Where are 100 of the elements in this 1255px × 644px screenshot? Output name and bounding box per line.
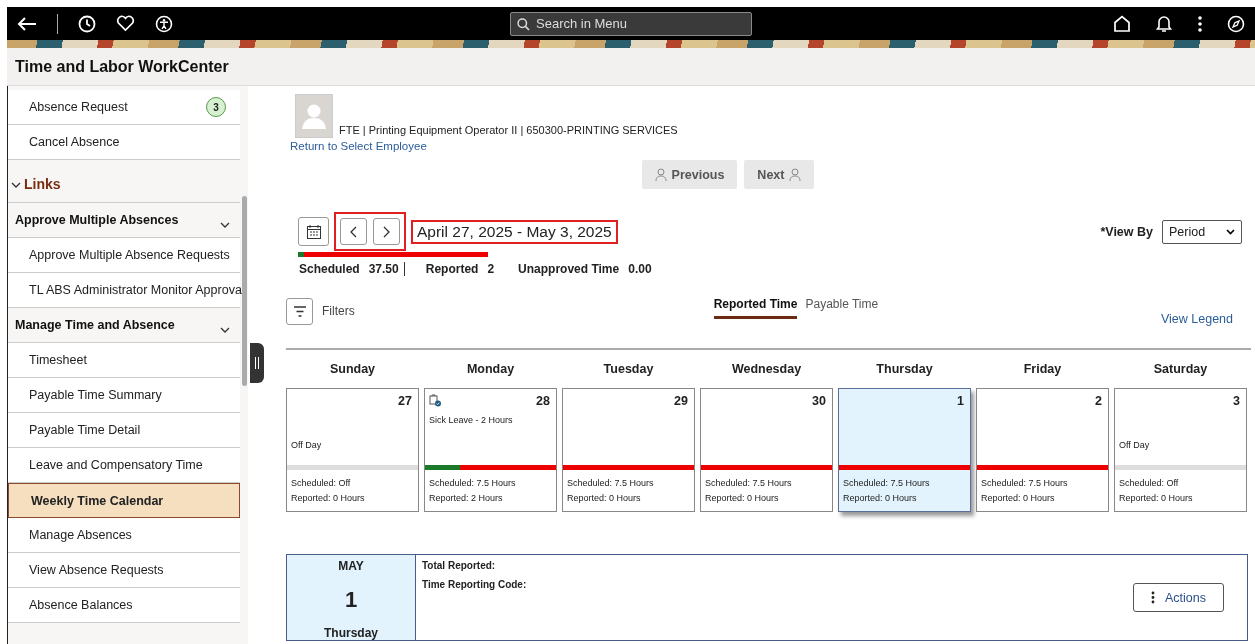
date-number: 27 <box>398 394 412 410</box>
filter-icon <box>292 305 307 317</box>
person-icon <box>654 167 667 182</box>
sidebar-item-label: Cancel Absence <box>29 135 120 149</box>
sidebar-item-label: Timesheet <box>29 353 87 367</box>
group-label: Approve Multiple Absences <box>15 213 179 227</box>
scheduled-hours: Scheduled: 7.5 Hours <box>843 478 931 488</box>
chevron-icon <box>220 221 230 229</box>
day-card[interactable]: 28 Sick Leave - 2 Hours Scheduled: 7.5 Hours Reported: 2 Hours <box>424 388 557 512</box>
chevron-left-icon <box>350 225 357 238</box>
day-note: Off Day <box>1119 440 1151 450</box>
compass-icon[interactable] <box>1227 14 1245 33</box>
date-number: 29 <box>674 394 688 410</box>
weekday-heading: Friday <box>1023 362 1062 376</box>
sidebar-item[interactable]: Absence Balances <box>8 588 240 623</box>
employee-details: FTE | Printing Equipment Operator II | 650300-PRINTING SERVICES <box>339 124 678 136</box>
filter-button[interactable] <box>286 297 313 325</box>
sidebar-item-label: Weekly Time Calendar <box>31 493 164 508</box>
sidebar-item[interactable]: TL ABS Administrator Monitor Approva <box>8 273 240 308</box>
weekday-heading: Wednesday <box>731 362 802 376</box>
sidebar-item[interactable]: Timesheet <box>8 343 240 378</box>
total-value: 37.50 <box>368 262 399 276</box>
next-period-button[interactable] <box>373 218 400 245</box>
reported-hours: Reported: 0 Hours <box>1119 493 1194 503</box>
scrollbar[interactable] <box>242 196 247 386</box>
sidebar-item-label: Leave and Compensatory Time <box>29 458 203 472</box>
weekday-heading: Thursday <box>876 362 933 376</box>
sidebar-item-label: Manage Absences <box>29 528 132 542</box>
sidebar-item-label: Absence Request <box>29 100 128 114</box>
scheduled-hours: Scheduled: Off <box>1119 478 1180 488</box>
sidebar-item[interactable]: Manage Absences <box>8 518 240 553</box>
tab[interactable]: Reported Time <box>713 297 798 319</box>
sidebar-item[interactable]: View Absence Requests <box>8 553 240 588</box>
bell-icon[interactable] <box>1155 14 1173 33</box>
section-label: Links <box>24 176 61 192</box>
date-number: 1 <box>957 394 964 410</box>
date-number: 30 <box>812 394 826 410</box>
reported-hours: Reported: 0 Hours <box>567 493 642 503</box>
field-label: Time Reporting Code: <box>422 579 528 590</box>
scheduled-hours: Scheduled: 7.5 Hours <box>429 478 517 488</box>
sidebar-item-label: Approve Multiple Absence Requests <box>29 248 230 262</box>
sidebar-item[interactable]: Cancel Absence <box>8 125 240 160</box>
filters-label: Filters <box>322 304 355 318</box>
day-note: Off Day <box>291 440 323 450</box>
home-icon[interactable] <box>1113 15 1131 32</box>
field-label: Total Reported: <box>422 560 497 571</box>
day-card[interactable]: 3 Off Day Scheduled: Off Reported: 0 Hours <box>1114 388 1247 512</box>
actions-button[interactable]: Actions <box>1133 583 1224 612</box>
view-by-label: *View By <box>1100 224 1153 239</box>
scheduled-hours: Scheduled: 7.5 Hours <box>567 478 655 488</box>
accessibility-icon[interactable] <box>155 14 173 33</box>
more-icon <box>1151 591 1155 604</box>
weekday-heading: Sunday <box>329 362 376 376</box>
sidebar-item[interactable]: Weekly Time Calendar <box>8 483 240 518</box>
calendar-button[interactable] <box>298 217 329 246</box>
person-icon <box>789 167 802 182</box>
reported-hours: Reported: 0 Hours <box>291 493 366 503</box>
day-card[interactable]: 30 Scheduled: 7.5 Hours Reported: 0 Hours <box>700 388 833 512</box>
sidebar-item[interactable]: Leave and Compensatory Time <box>8 448 240 483</box>
sidebar-item-label: TL ABS Administrator Monitor Approva <box>29 283 242 297</box>
tab[interactable]: Payable Time <box>805 297 879 319</box>
sidebar-item[interactable]: Payable Time Detail <box>8 413 240 448</box>
date-number: 28 <box>536 394 550 410</box>
scheduled-hours: Scheduled: 7.5 Hours <box>981 478 1069 488</box>
avatar-placeholder <box>295 94 333 138</box>
links-section-header[interactable]: Links <box>8 160 240 203</box>
chevron-icon <box>220 326 230 334</box>
sidebar-item[interactable]: Absence Request 3 <box>8 90 240 125</box>
calendar-icon <box>305 223 322 240</box>
previous-period-button[interactable] <box>340 218 367 245</box>
collapse-handle[interactable] <box>250 343 264 383</box>
chevron-icon <box>11 182 21 189</box>
month-label: MAY <box>338 559 364 573</box>
sidebar-item[interactable]: Payable Time Summary <box>8 378 240 413</box>
return-link[interactable]: Return to Select Employee <box>272 140 427 152</box>
sidebar-item[interactable]: Approve Multiple Absence Requests <box>8 238 240 273</box>
day-card[interactable]: 1 Scheduled: 7.5 Hours Reported: 0 Hours <box>838 388 971 512</box>
weekday-heading: Monday <box>466 362 515 376</box>
weekday-heading: Tuesday <box>603 362 654 376</box>
sidebar-item-label: View Absence Requests <box>29 563 164 577</box>
day-card[interactable]: 29 Scheduled: 7.5 Hours Reported: 0 Hours <box>562 388 695 512</box>
scheduled-hours: Scheduled: Off <box>291 478 352 488</box>
date-range: April 27, 2025 - May 3, 2025 <box>411 219 618 244</box>
date-number: 2 <box>1095 394 1102 410</box>
view-legend-link[interactable]: View Legend <box>1160 312 1233 326</box>
day-card[interactable]: 2 Scheduled: 7.5 Hours Reported: 0 Hours <box>976 388 1109 512</box>
view-by-dropdown[interactable]: Period <box>1162 219 1242 244</box>
sidebar-item-label: Payable Time Detail <box>29 423 141 437</box>
day-card[interactable]: 27 Off Day Scheduled: Off Reported: 0 Hours <box>286 388 419 512</box>
leave-icon <box>429 394 442 407</box>
total-label: Reported <box>425 262 479 276</box>
total-value: 0.00 <box>628 262 652 276</box>
count-badge: 3 <box>206 97 226 117</box>
group-label: Manage Time and Absence <box>15 318 175 332</box>
search-field[interactable]: Search in Menu <box>510 11 752 36</box>
reported-hours: Reported: 0 Hours <box>705 493 780 503</box>
back-icon[interactable] <box>17 15 37 32</box>
heart-icon[interactable] <box>116 15 135 32</box>
more-icon[interactable] <box>1197 14 1203 33</box>
history-icon[interactable] <box>78 14 96 33</box>
